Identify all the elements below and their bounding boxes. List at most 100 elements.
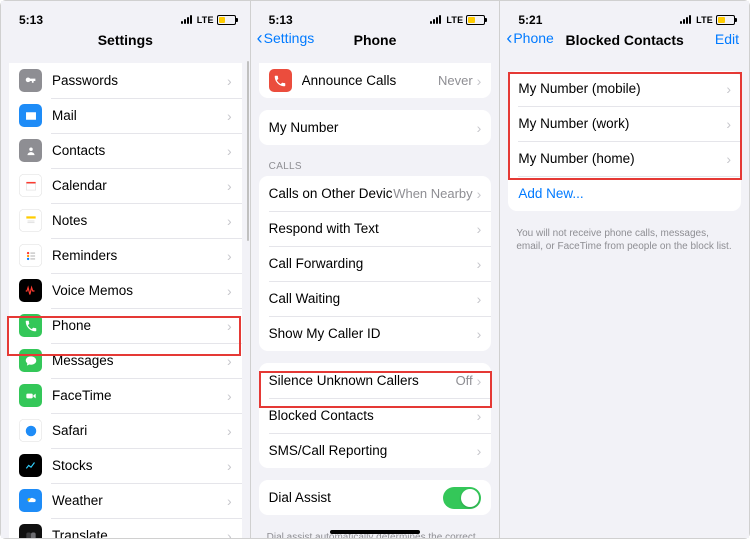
nav-bar: Settings [1, 25, 250, 59]
chevron-right-icon: › [477, 291, 482, 307]
row-call-forwarding[interactable]: Call Forwarding› [259, 246, 492, 281]
chevron-left-icon: ‹ [506, 29, 512, 47]
row-silence-unknown-callers[interactable]: Silence Unknown CallersOff› [259, 363, 492, 398]
chevron-right-icon: › [227, 248, 232, 264]
scrollbar[interactable] [247, 61, 249, 241]
chevron-right-icon: › [477, 326, 482, 342]
add-new-button[interactable]: Add New... [508, 176, 741, 211]
chevron-right-icon: › [477, 256, 482, 272]
battery-icon [716, 15, 735, 25]
chevron-right-icon: › [227, 283, 232, 299]
row-label: Safari [52, 423, 227, 438]
row-show-my-caller-id[interactable]: Show My Caller ID› [259, 316, 492, 351]
row-sms-call-reporting[interactable]: SMS/Call Reporting› [259, 433, 492, 468]
row-label: Messages [52, 353, 227, 368]
home-indicator[interactable] [330, 530, 420, 534]
settings-row-safari[interactable]: Safari› [9, 413, 242, 448]
mail-icon [19, 104, 42, 127]
phone-settings-screen: 5:13 LTE ‹ Settings Phone Announce Calls [251, 1, 501, 538]
status-bar: 5:21 LTE [500, 1, 749, 25]
settings-row-voice[interactable]: Voice Memos› [9, 273, 242, 308]
chevron-right-icon: › [227, 493, 232, 509]
battery-icon [217, 15, 236, 25]
row-label: Add New... [518, 186, 731, 201]
settings-screen: 5:13 LTE Settings Passwords›Mail›Contact… [1, 1, 251, 538]
row-label: Weather [52, 493, 227, 508]
row-label: Call Forwarding [269, 256, 477, 271]
notes-icon [19, 209, 42, 232]
settings-row-notes[interactable]: Notes› [9, 203, 242, 238]
back-button[interactable]: ‹ Phone [506, 29, 553, 47]
settings-row-key[interactable]: Passwords› [9, 63, 242, 98]
back-button[interactable]: ‹ Settings [257, 29, 315, 47]
calendar-icon [19, 174, 42, 197]
chevron-right-icon: › [477, 221, 482, 237]
settings-row-stocks[interactable]: Stocks› [9, 448, 242, 483]
battery-icon [466, 15, 485, 25]
chevron-right-icon: › [227, 143, 232, 159]
settings-row-weather[interactable]: Weather› [9, 483, 242, 518]
blocked-contact-row[interactable]: My Number (home)› [508, 141, 741, 176]
status-bar: 5:13 LTE [1, 1, 250, 25]
chevron-right-icon: › [227, 353, 232, 369]
row-respond-with-text[interactable]: Respond with Text› [259, 211, 492, 246]
translate-icon [19, 524, 42, 538]
chevron-right-icon: › [726, 151, 731, 167]
chevron-right-icon: › [227, 423, 232, 439]
chevron-right-icon: › [227, 528, 232, 539]
row-label: Stocks [52, 458, 227, 473]
row-blocked-contacts[interactable]: Blocked Contacts› [259, 398, 492, 433]
contacts-icon [19, 139, 42, 162]
voice-icon [19, 279, 42, 302]
nav-bar: ‹ Settings Phone [251, 25, 500, 59]
row-label: Show My Caller ID [269, 326, 477, 341]
signal-icon [680, 15, 691, 24]
chevron-right-icon: › [477, 73, 482, 89]
row-label: FaceTime [52, 388, 227, 403]
settings-row-reminders[interactable]: Reminders› [9, 238, 242, 273]
settings-row-contacts[interactable]: Contacts› [9, 133, 242, 168]
nav-bar: ‹ Phone Blocked Contacts Edit [500, 25, 749, 59]
row-label: Announce Calls [302, 73, 438, 88]
row-my-number[interactable]: My Number › [259, 110, 492, 145]
back-label: Settings [264, 30, 315, 46]
row-calls-on-other-devices[interactable]: Calls on Other DevicesWhen Nearby› [259, 176, 492, 211]
blocked-contact-row[interactable]: My Number (mobile)› [508, 71, 741, 106]
section-header-calls: CALLS [251, 157, 500, 176]
signal-icon [430, 15, 441, 24]
chevron-right-icon: › [227, 108, 232, 124]
phone-icon [19, 314, 42, 337]
settings-row-facetime[interactable]: FaceTime› [9, 378, 242, 413]
chevron-right-icon: › [227, 178, 232, 194]
reminders-icon [19, 244, 42, 267]
settings-row-translate[interactable]: Translate› [9, 518, 242, 538]
settings-row-mail[interactable]: Mail› [9, 98, 242, 133]
row-label: SMS/Call Reporting [269, 443, 477, 458]
row-label: Blocked Contacts [269, 408, 477, 423]
edit-button[interactable]: Edit [715, 31, 739, 47]
toggle-dial-assist[interactable] [443, 487, 481, 509]
row-label: Dial Assist [269, 490, 444, 505]
settings-row-calendar[interactable]: Calendar› [9, 168, 242, 203]
blocked-contacts-screen: 5:21 LTE ‹ Phone Blocked Contacts Edit M… [500, 1, 749, 538]
chevron-right-icon: › [726, 81, 731, 97]
row-label: Voice Memos [52, 283, 227, 298]
row-label: Notes [52, 213, 227, 228]
chevron-right-icon: › [477, 443, 482, 459]
row-dial-assist[interactable]: Dial Assist [259, 480, 492, 515]
row-announce-calls[interactable]: Announce Calls Never › [259, 63, 492, 98]
stocks-icon [19, 454, 42, 477]
signal-icon [181, 15, 192, 24]
network-label: LTE [446, 15, 463, 25]
row-label: Translate [52, 528, 227, 538]
key-icon [19, 69, 42, 92]
blocked-contact-row[interactable]: My Number (work)› [508, 106, 741, 141]
settings-row-messages[interactable]: Messages› [9, 343, 242, 378]
row-detail: When Nearby [393, 186, 472, 201]
row-call-waiting[interactable]: Call Waiting› [259, 281, 492, 316]
facetime-icon [19, 384, 42, 407]
chevron-right-icon: › [227, 73, 232, 89]
settings-row-phone[interactable]: Phone› [9, 308, 242, 343]
row-label: Mail [52, 108, 227, 123]
row-detail: Off [456, 373, 473, 388]
